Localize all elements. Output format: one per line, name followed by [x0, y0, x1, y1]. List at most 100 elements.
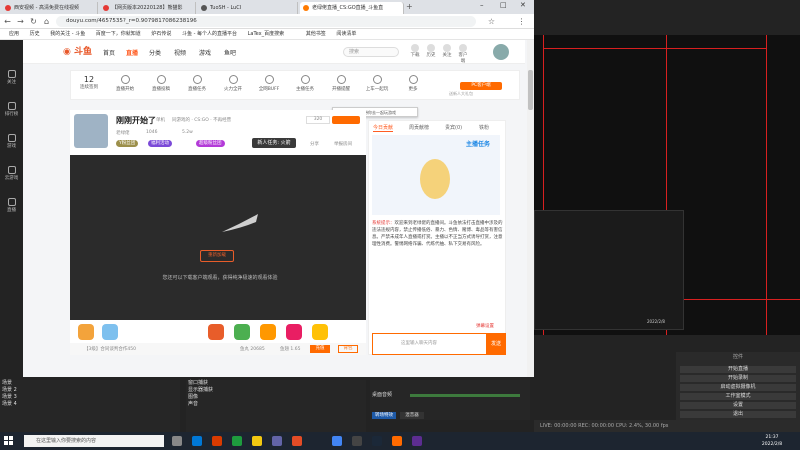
backpack-button[interactable]: 背包: [338, 345, 358, 353]
bookmark[interactable]: 炉石传说: [151, 29, 171, 39]
star-icon[interactable]: ☆: [486, 16, 497, 27]
tab-iron-fans[interactable]: 铁粉: [479, 124, 489, 131]
danmaku-settings[interactable]: 弹幕设置: [476, 323, 494, 329]
sidebar-item-live[interactable]: 直播: [0, 198, 23, 213]
studio-mode-button[interactable]: 工作室模式: [680, 393, 796, 400]
download-icon[interactable]: 下载: [409, 44, 421, 58]
sidebar-item-follow[interactable]: 关注: [0, 70, 23, 85]
forward-icon[interactable]: →: [15, 16, 26, 27]
browser-tab-active[interactable]: 老绿佬直播_CS:GO直播_斗鱼直: [300, 2, 404, 14]
browser-tab[interactable]: TuoSH - LuCI: [198, 2, 298, 14]
super-fan-badge[interactable]: 超级粉丝团: [196, 140, 225, 147]
transition-tab[interactable]: 转场特效: [372, 412, 396, 419]
app-icon[interactable]: [192, 436, 202, 446]
tool-item[interactable]: 开播提醒: [327, 75, 355, 92]
gift-icon[interactable]: [102, 324, 118, 340]
chat-promo-banner[interactable]: 主播任务: [372, 135, 500, 215]
pc-client-button[interactable]: PC客户端: [460, 82, 502, 90]
nav-home[interactable]: 首页: [103, 48, 115, 57]
gift-icon[interactable]: [234, 324, 250, 340]
browser-tab[interactable]: 西安视频 - 高清免费在线视频: [2, 2, 98, 14]
exit-button[interactable]: 退出: [680, 411, 796, 418]
follow-button[interactable]: [332, 116, 360, 124]
taskbar-clock[interactable]: 21:37 2022/2/8: [752, 434, 792, 448]
source-item[interactable]: 显示器捕获: [186, 387, 366, 394]
sidebar-item-rank[interactable]: 排行榜: [0, 102, 23, 117]
bookmark[interactable]: 历史: [30, 29, 40, 39]
send-button[interactable]: 发送: [486, 334, 506, 354]
scene-item[interactable]: 场景: [0, 380, 180, 387]
tool-item[interactable]: 全网BUFF: [255, 75, 283, 92]
bookmark[interactable]: 应用: [9, 29, 19, 39]
bookmark[interactable]: 百度一下，你就知道: [96, 29, 141, 39]
room-category[interactable]: 单机: [156, 117, 165, 123]
scene-item[interactable]: 场景 2: [0, 387, 180, 394]
new-tab-button[interactable]: +: [406, 2, 413, 11]
windows-start-icon[interactable]: [4, 436, 14, 446]
tool-item[interactable]: 上车一起玩: [363, 75, 391, 92]
start-recording-button[interactable]: 开始录制: [680, 375, 796, 382]
report-button[interactable]: 举报房间: [334, 141, 352, 147]
tool-item[interactable]: 直播任务: [183, 75, 211, 92]
minimize-button[interactable]: –: [480, 1, 484, 9]
benefit-badge[interactable]: 福利活动: [148, 140, 172, 147]
steam-icon[interactable]: [372, 436, 382, 446]
tab-vip[interactable]: 贵宾(0): [445, 124, 462, 131]
settings-button[interactable]: 设置: [680, 402, 796, 409]
checkin-tool[interactable]: 12 连续签到: [75, 75, 103, 90]
reload-video-button[interactable]: 重新加载: [200, 250, 234, 262]
app-icon[interactable]: [252, 436, 262, 446]
app-icon[interactable]: [212, 436, 222, 446]
client-icon[interactable]: 客户端: [457, 44, 469, 64]
nav-yuba[interactable]: 鱼吧: [224, 48, 236, 57]
tool-item[interactable]: 直播投稿: [147, 75, 175, 92]
source-item[interactable]: 窗口捕获: [186, 380, 366, 387]
task-view-icon[interactable]: [172, 436, 182, 446]
url-input[interactable]: douyu.com/4657535?_r=0.9079817086238196: [56, 16, 476, 27]
taskbar-search-input[interactable]: 在这里输入你要搜索的内容: [24, 435, 164, 447]
new-task-button[interactable]: 新人任务: 火箭: [252, 138, 296, 148]
history-icon[interactable]: 历史: [425, 44, 437, 58]
streamer-name[interactable]: 老绿佬: [116, 130, 130, 136]
nav-game[interactable]: 游戏: [199, 48, 211, 57]
app-icon[interactable]: [232, 436, 242, 446]
tab-week-contrib[interactable]: 周贡献榜: [409, 124, 429, 131]
reload-icon[interactable]: ↻: [28, 16, 39, 27]
browser-tab[interactable]: 【网页版本20220128】熊猫影: [100, 2, 196, 14]
app-icon[interactable]: [272, 436, 282, 446]
maximize-button[interactable]: □: [500, 1, 507, 9]
sidebar-item-game[interactable]: 游戏: [0, 134, 23, 149]
tool-item[interactable]: 火力全开: [219, 75, 247, 92]
scene-item[interactable]: 场景 3: [0, 394, 180, 401]
fan-badge[interactable]: Y粉丝团: [116, 140, 139, 147]
gift-icon[interactable]: [286, 324, 302, 340]
back-icon[interactable]: ←: [2, 16, 13, 27]
bookmark[interactable]: 斗鱼 - 每个人的直播平台: [182, 29, 237, 39]
tool-item[interactable]: 主播任务: [291, 75, 319, 92]
gift-icon[interactable]: [260, 324, 276, 340]
home-icon[interactable]: ⌂: [41, 16, 52, 27]
tool-item[interactable]: 直播开始: [111, 75, 139, 92]
source-item[interactable]: 声音: [186, 401, 366, 408]
follow-icon[interactable]: 关注: [441, 44, 453, 58]
source-item[interactable]: 图像: [186, 394, 366, 401]
gift-icon[interactable]: [78, 324, 94, 340]
gift-icon[interactable]: [312, 324, 328, 340]
sidebar-item-cloud-game[interactable]: 云游戏: [0, 166, 23, 181]
close-button[interactable]: ✕: [520, 1, 526, 9]
nav-video[interactable]: 视频: [174, 48, 186, 57]
douyu-icon[interactable]: [392, 436, 402, 446]
user-avatar[interactable]: [493, 44, 509, 60]
mixer-tab[interactable]: 混音器: [400, 412, 424, 419]
recharge-button[interactable]: 充值: [310, 345, 330, 353]
scene-item[interactable]: 场景 4: [0, 401, 180, 408]
start-streaming-button[interactable]: 开始直播: [680, 366, 796, 373]
virtual-camera-button[interactable]: 启动虚拟摄像机: [680, 384, 796, 391]
gift-icon[interactable]: [208, 324, 224, 340]
nav-live[interactable]: 直播: [126, 48, 138, 57]
share-button[interactable]: 分享: [310, 141, 319, 147]
app-icon[interactable]: [292, 436, 302, 446]
video-player[interactable]: [70, 155, 366, 320]
obs-icon[interactable]: [352, 436, 362, 446]
tab-today-contrib[interactable]: 今日贡献: [373, 124, 394, 132]
